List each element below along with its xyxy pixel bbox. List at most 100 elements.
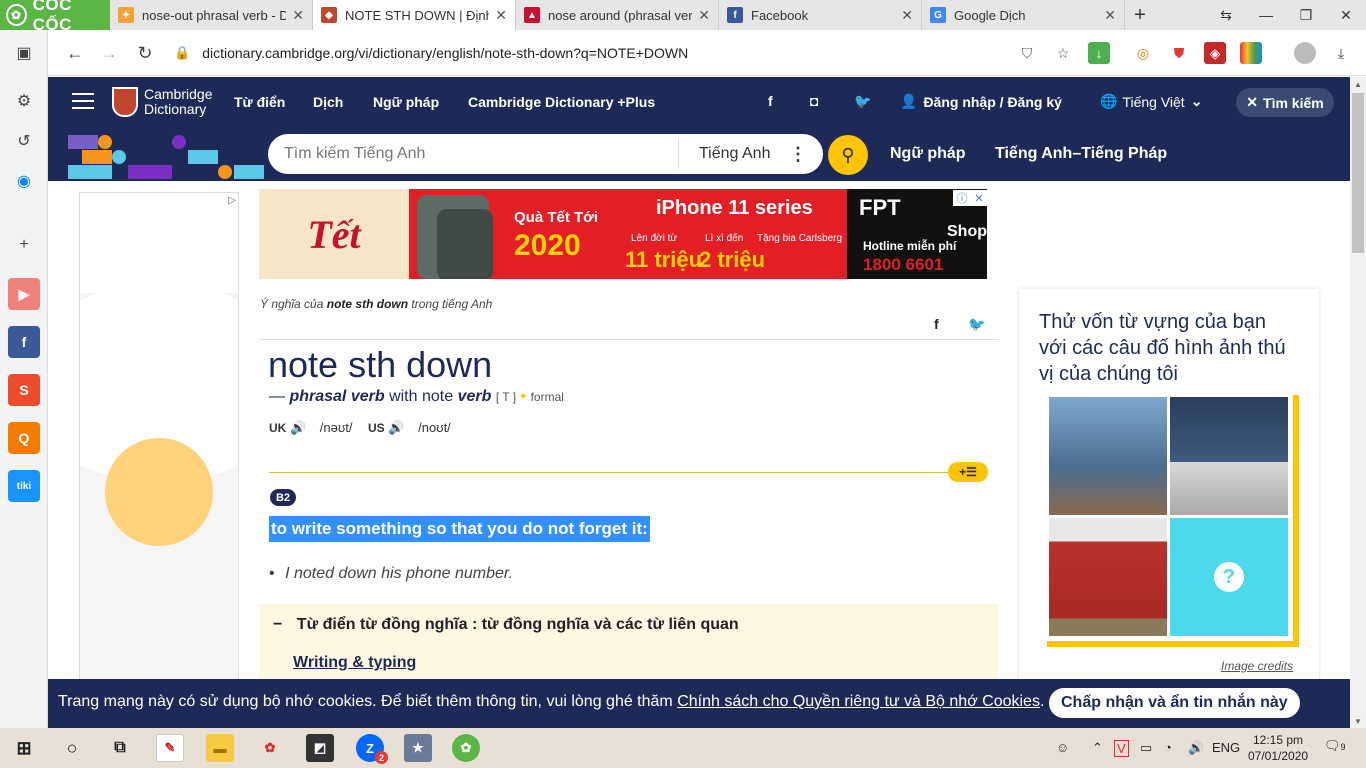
task-view-icon[interactable]: ⧉ <box>106 734 134 762</box>
quiz-image-skyscrapers[interactable] <box>1049 397 1167 515</box>
quiz-image-unknown[interactable]: ? <box>1170 518 1288 636</box>
scroll-down-icon[interactable]: ▼ <box>1350 714 1366 728</box>
sidebar-panel-icon[interactable]: ▣ <box>9 38 39 68</box>
scroll-up-icon[interactable]: ▲ <box>1350 77 1366 91</box>
file-explorer-icon[interactable]: ▬ <box>206 734 234 762</box>
more-options-icon[interactable]: ⋮ <box>789 144 807 165</box>
extension-icon[interactable]: ◎ <box>1132 42 1154 64</box>
close-ad-icon[interactable]: ✕ <box>974 192 983 205</box>
reload-button[interactable]: ↻ <box>130 38 160 68</box>
people-icon[interactable]: ☺ <box>1056 740 1069 755</box>
us-audio-speaker-icon[interactable]: 🔊 <box>388 420 404 435</box>
thesaurus-heading[interactable]: − Từ điển từ đồng nghĩa : từ đồng nghĩa … <box>273 616 739 634</box>
quiz-image-barn[interactable] <box>1049 518 1167 636</box>
unikey-icon[interactable]: V <box>1114 740 1129 757</box>
history-icon[interactable]: ↺ <box>9 126 39 156</box>
close-icon[interactable]: ✕ <box>292 7 304 24</box>
lock-icon[interactable]: 🔒 <box>174 45 190 61</box>
close-window-button[interactable]: ✕ <box>1326 0 1366 30</box>
search-button[interactable]: ⚲ <box>828 135 868 175</box>
tab-5[interactable]: G Google Dịch ✕ <box>922 0 1125 30</box>
forward-button[interactable]: → <box>94 38 124 68</box>
menu-icon[interactable] <box>72 93 94 111</box>
close-icon[interactable]: ✕ <box>698 7 710 24</box>
url-text[interactable]: dictionary.cambridge.org/vi/dictionary/e… <box>202 45 688 61</box>
search-input[interactable]: Tìm kiếm Tiếng Anh <box>268 145 678 163</box>
settings-gear-icon[interactable]: ⚙ <box>9 86 39 116</box>
back-button[interactable]: ← <box>60 38 90 68</box>
nav-grammar[interactable]: Ngữ pháp <box>373 94 439 110</box>
paint-app-icon[interactable]: ✿ <box>256 734 284 762</box>
uk-audio-speaker-icon[interactable]: 🔊 <box>290 420 306 435</box>
app-icon[interactable]: ★ <box>404 734 432 762</box>
nav-translate[interactable]: Dịch <box>313 94 343 110</box>
share-twitter-icon[interactable]: 🐦 <box>968 316 985 333</box>
windows-start-icon[interactable]: ⊞ <box>10 734 38 762</box>
banner-advertisement[interactable]: Tết Quà Tết Tới 2020 iPhone 11 series Lê… <box>259 189 987 279</box>
side-advertisement[interactable]: ▷ <box>79 192 239 682</box>
notification-center-icon[interactable]: 🗨9 <box>1324 738 1346 754</box>
facebook-icon[interactable]: f <box>768 93 773 109</box>
adchoices-icon[interactable]: ▷ <box>228 195 236 206</box>
tray-chevron-up-icon[interactable]: ⌃ <box>1092 740 1103 756</box>
accept-cookies-button[interactable]: Chấp nhận và ẩn tin nhắn này <box>1049 688 1300 718</box>
close-icon[interactable]: ✕ <box>901 7 913 24</box>
volume-icon[interactable]: 🔊 <box>1188 740 1204 756</box>
bookmark-star-icon[interactable]: ☆ <box>1052 42 1074 64</box>
english-french-link[interactable]: Tiếng Anh–Tiếng Pháp <box>995 145 1167 163</box>
wifi-icon[interactable]: ◔ <box>1164 740 1172 755</box>
grammar-link[interactable]: Ngữ pháp <box>890 145 966 163</box>
tab-3[interactable]: ▲ nose around (phrasal verb) ✕ <box>516 0 719 30</box>
coccoc-taskbar-icon[interactable]: ✿ <box>452 734 480 762</box>
nav-dictionary[interactable]: Từ điển <box>234 94 285 110</box>
address-bar[interactable]: 🔒 dictionary.cambridge.org/vi/dictionary… <box>174 38 1044 68</box>
cambridge-logo[interactable]: Cambridge Dictionary <box>112 87 212 117</box>
tiki-icon[interactable]: tiki <box>8 470 40 502</box>
login-link[interactable]: 👤 Đăng nhập / Đăng ký <box>900 93 1062 110</box>
extension-red-icon[interactable]: ◈ <box>1204 42 1226 64</box>
search-toggle-button[interactable]: ✕ Tìm kiếm <box>1236 88 1334 117</box>
profile-avatar[interactable] <box>1294 42 1316 64</box>
instagram-icon[interactable]: ◘ <box>810 93 818 109</box>
privacy-policy-link[interactable]: Chính sách cho Quyền riêng tư và Bộ nhớ … <box>677 693 1040 710</box>
youtube-icon[interactable]: ▶ <box>8 278 40 310</box>
add-app-icon[interactable]: + <box>9 230 39 260</box>
minimize-button[interactable]: — <box>1246 0 1286 30</box>
thesaurus-link[interactable]: Writing & typing <box>293 654 416 672</box>
adblock-icon[interactable]: ⛊ <box>1168 42 1190 64</box>
nav-plus[interactable]: Cambridge Dictionary +Plus <box>468 94 655 110</box>
scroll-thumb[interactable] <box>1352 93 1364 253</box>
facebook-icon[interactable]: f <box>8 326 40 358</box>
dictionary-select[interactable]: Tiếng Anh <box>679 145 789 163</box>
tab-4[interactable]: f Facebook ✕ <box>719 0 922 30</box>
close-icon[interactable]: ✕ <box>495 7 507 24</box>
downloads-icon[interactable]: ⤓ <box>1330 42 1352 64</box>
tab-search-icon[interactable]: ⇆ <box>1206 0 1246 30</box>
search-app-icon[interactable]: Q <box>8 422 40 454</box>
info-icon[interactable]: ⓘ <box>956 190 967 206</box>
system-clock[interactable]: 12:15 pm 07/01/2020 <box>1248 732 1308 764</box>
maximize-button[interactable]: ❐ <box>1286 0 1326 30</box>
extension-color-icon[interactable] <box>1240 42 1262 64</box>
messenger-icon[interactable]: ◉ <box>9 166 39 196</box>
tab-1[interactable]: ✦ nose-out phrasal verb - Def ✕ <box>110 0 313 30</box>
download-extension-icon[interactable]: ↓ <box>1088 42 1110 64</box>
add-to-wordlist-button[interactable]: +☰ <box>948 462 988 482</box>
shopee-icon[interactable]: S <box>8 374 40 406</box>
new-tab-button[interactable]: + <box>1125 0 1155 30</box>
input-language[interactable]: ENG <box>1212 740 1240 755</box>
page-scrollbar[interactable]: ▲ ▼ <box>1350 77 1366 728</box>
share-facebook-icon[interactable]: f <box>934 316 939 332</box>
twitter-icon[interactable]: 🐦 <box>854 93 871 110</box>
sticky-notes-icon[interactable]: ◩ <box>306 734 334 762</box>
battery-icon[interactable]: ▭ <box>1140 740 1152 756</box>
app-icon[interactable]: ✎ <box>156 734 184 762</box>
image-credits-link[interactable]: Image credits <box>1221 659 1293 673</box>
cortana-search-icon[interactable]: ○ <box>58 734 86 762</box>
quiz-image-windmill[interactable] <box>1170 397 1288 515</box>
zalo-icon[interactable]: Z 2 <box>356 734 388 764</box>
tab-2-active[interactable]: ◆ NOTE STH DOWN | Định ng ✕ <box>313 0 516 30</box>
language-selector[interactable]: 🌐 Tiếng Việt ⌄ <box>1100 93 1202 110</box>
coccoc-brand[interactable]: ✿ CỐC CỐC <box>0 0 110 34</box>
close-icon[interactable]: ✕ <box>1104 7 1116 24</box>
